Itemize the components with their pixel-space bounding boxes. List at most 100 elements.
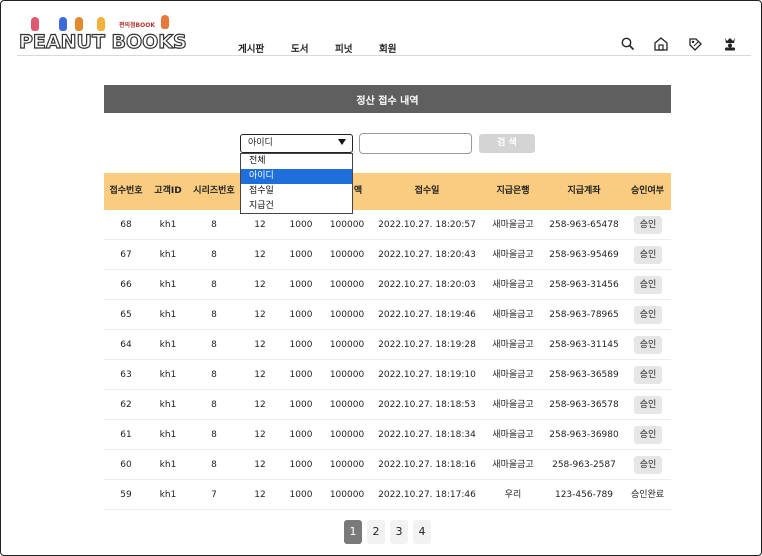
nav-item-books[interactable]: 도서	[291, 41, 308, 55]
cell-date: 2022.10.27. 18:19:28	[378, 340, 476, 350]
cell-c4: 12	[254, 370, 266, 380]
cell-c4: 12	[254, 280, 266, 290]
cell-bank: 새마을금고	[492, 400, 534, 410]
cell-c4: 12	[254, 490, 266, 500]
cell-amount: 100000	[329, 370, 365, 380]
cell-series: 8	[211, 370, 217, 380]
cell-no: 60	[120, 460, 132, 470]
cell-id: kh1	[159, 220, 177, 230]
search-type-dropdown: 전체 아이디 접수일 지급건	[240, 153, 353, 214]
column-header: 고객ID	[154, 186, 182, 196]
cell-date: 2022.10.27. 18:18:34	[378, 430, 476, 440]
table-row: 62 kh1 8 12 1000 100000 2022.10.27. 18:18:53 새마…	[104, 390, 671, 420]
cell-id: kh1	[159, 250, 177, 260]
cell-id: kh1	[159, 310, 177, 320]
logo-decoration	[75, 17, 83, 31]
approve-button[interactable]: 승인	[634, 456, 662, 474]
cell-account: 258-963-78965	[549, 310, 619, 320]
cell-series: 8	[211, 310, 217, 320]
tag-icon[interactable]	[687, 36, 703, 52]
column-header: 접수번호	[109, 186, 143, 196]
page-button[interactable]: 4	[413, 520, 431, 544]
cell-id: kh1	[159, 370, 177, 380]
cell-bank: 새마을금고	[492, 340, 534, 350]
cell-no: 63	[120, 370, 132, 380]
search-type-value: 아이디	[248, 138, 273, 148]
approve-button[interactable]: 승인	[634, 276, 662, 294]
logo-decoration	[31, 17, 39, 31]
cell-bank: 새마을금고	[492, 280, 534, 290]
cell-c5: 1000	[289, 250, 313, 260]
approve-button[interactable]: 승인	[634, 426, 662, 444]
cell-account: 258-963-36980	[549, 430, 619, 440]
cell-amount: 100000	[329, 460, 365, 470]
page-button[interactable]: 1	[344, 520, 362, 544]
table-row: 60 kh1 8 12 1000 100000 2022.10.27. 18:18:16 새마…	[104, 450, 671, 480]
cell-account: 258-963-31145	[549, 340, 619, 350]
logo-subtitle: 편의점BOOK	[119, 22, 155, 29]
cell-amount: 100000	[329, 220, 365, 230]
logo-text: PEANUT BOOKS	[18, 30, 187, 53]
cell-series: 7	[211, 490, 217, 500]
cell-c4: 12	[254, 400, 266, 410]
approve-button[interactable]: 승인	[634, 216, 662, 234]
search-type-select[interactable]: 아이디	[240, 134, 353, 153]
search-icon[interactable]	[620, 36, 636, 52]
search-button[interactable]: 검 색	[479, 134, 535, 153]
cell-series: 8	[211, 250, 217, 260]
table-row: 67 kh1 8 12 1000 100000 2022.10.27. 18:20:43 새마…	[104, 240, 671, 270]
approve-button[interactable]: 승인	[634, 366, 662, 384]
approve-button[interactable]: 승인	[634, 306, 662, 324]
cell-amount: 100000	[329, 400, 365, 410]
cell-no: 64	[120, 340, 132, 350]
search-input[interactable]	[359, 133, 472, 154]
table-row: 61 kh1 8 12 1000 100000 2022.10.27. 18:18:34 새마…	[104, 420, 671, 450]
header-divider	[17, 55, 751, 56]
column-header: 지급계좌	[567, 186, 601, 196]
cell-account: 258-963-36578	[549, 400, 619, 410]
cell-series: 8	[211, 340, 217, 350]
cell-status: 승인완료	[630, 490, 665, 500]
nav-item-board[interactable]: 게시판	[238, 41, 264, 55]
logo-decoration	[59, 17, 67, 31]
approve-button[interactable]: 승인	[634, 396, 662, 414]
approve-button[interactable]: 승인	[634, 246, 662, 264]
page-button[interactable]: 2	[367, 520, 385, 544]
cell-c5: 1000	[289, 310, 313, 320]
cell-account: 258-963-2587	[552, 460, 616, 470]
cell-bank: 새마을금고	[492, 310, 534, 320]
cell-bank: 새마을금고	[492, 460, 534, 470]
cell-c5: 1000	[289, 460, 313, 470]
dropdown-option-date[interactable]: 접수일	[241, 184, 352, 199]
app-window: 편의점BOOK PEANUT BOOKS 게시판 도서 피넛 회원 정산 접수 …	[0, 0, 762, 556]
table-row: 59 kh1 7 12 1000 100000 2022.10.27. 18:17:46 우리…	[104, 480, 671, 510]
cell-id: kh1	[159, 400, 177, 410]
cell-account: 258-963-36589	[549, 370, 619, 380]
dropdown-option-payment[interactable]: 지급건	[241, 199, 352, 214]
cell-account: 258-963-65478	[549, 220, 619, 230]
dropdown-option-id[interactable]: 아이디	[241, 169, 352, 184]
column-header: 지급은행	[496, 186, 530, 196]
cell-bank: 새마을금고	[492, 220, 534, 230]
cell-c5: 1000	[289, 340, 313, 350]
cell-series: 8	[211, 220, 217, 230]
cell-c4: 12	[254, 340, 266, 350]
cell-id: kh1	[159, 490, 177, 500]
cell-amount: 100000	[329, 490, 365, 500]
cell-no: 68	[120, 220, 132, 230]
nav-item-members[interactable]: 회원	[379, 41, 396, 55]
brand-logo[interactable]: 편의점BOOK PEANUT BOOKS	[18, 15, 187, 54]
cell-date: 2022.10.27. 18:20:57	[378, 220, 476, 230]
cell-c5: 1000	[289, 430, 313, 440]
nav-item-peanut[interactable]: 피넛	[335, 41, 352, 55]
king-icon[interactable]	[722, 36, 738, 52]
approve-button[interactable]: 승인	[634, 336, 662, 354]
cell-date: 2022.10.27. 18:17:46	[378, 490, 476, 500]
cell-c5: 1000	[289, 220, 313, 230]
dropdown-option-all[interactable]: 전체	[241, 154, 352, 169]
chevron-down-icon	[338, 139, 346, 145]
cell-amount: 100000	[329, 280, 365, 290]
home-icon[interactable]	[653, 36, 669, 52]
cell-bank: 새마을금고	[492, 370, 534, 380]
page-button[interactable]: 3	[390, 520, 408, 544]
